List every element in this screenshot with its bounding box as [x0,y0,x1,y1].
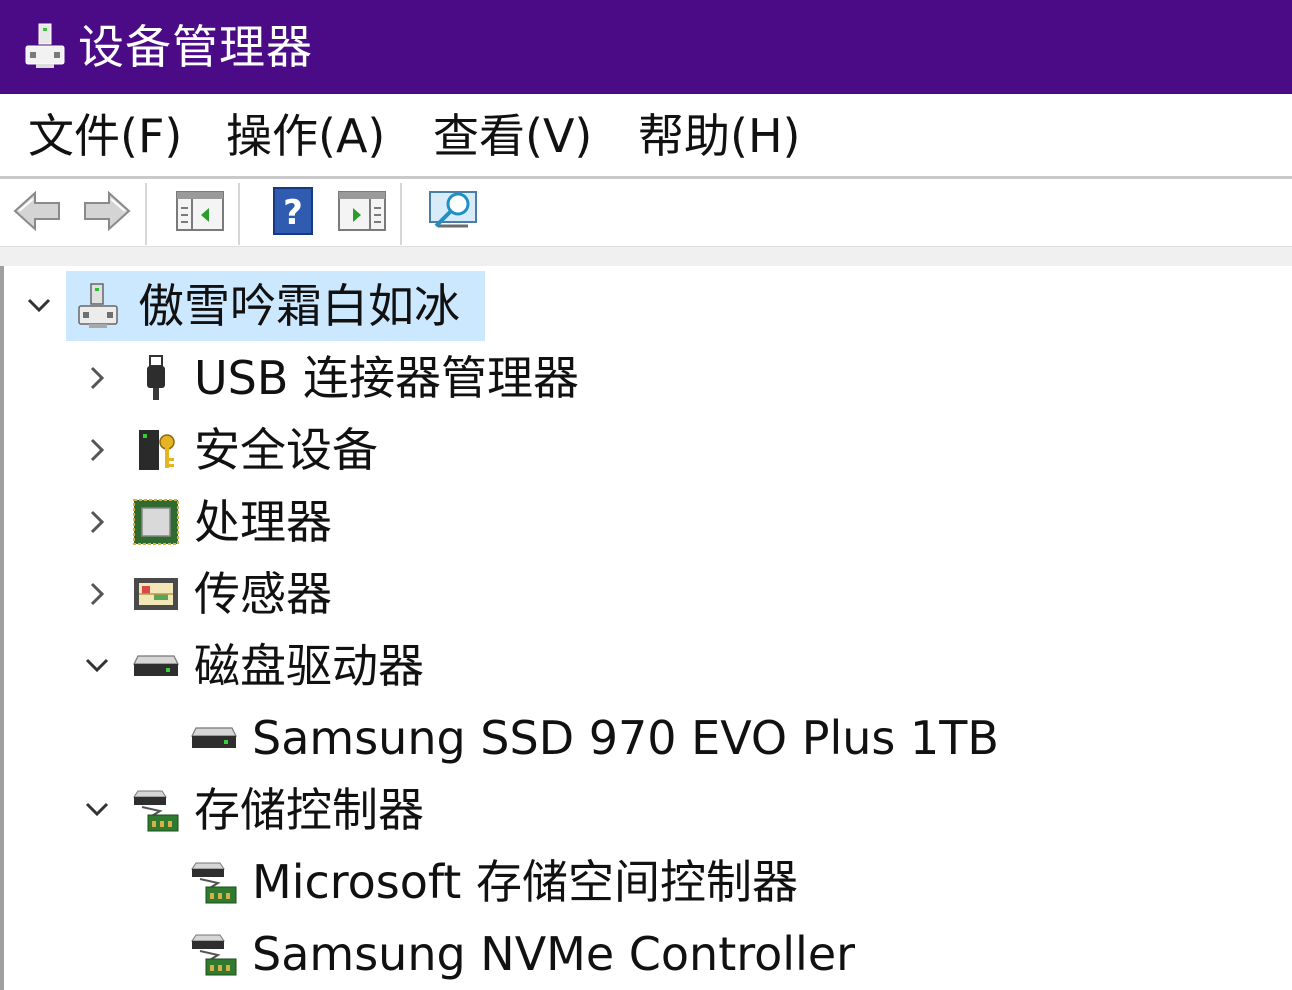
sensor-icon [132,570,180,618]
tree-node-processors[interactable]: 处理器 [82,486,332,558]
window-title: 设备管理器 [78,20,313,74]
tree-leaf-label: Samsung SSD 970 EVO Plus 1TB [252,711,999,765]
properties-button[interactable] [174,187,226,239]
svg-text:?: ? [283,193,303,233]
tree-node-security-devices[interactable]: 安全设备 [82,414,378,486]
device-tree[interactable]: 傲雪吟霜白如冰 USB 连接器管理器 安全设备 处理器 传感器 磁盘驱动器 Sa… [0,266,1292,990]
toolbar-separator [145,183,148,245]
forward-arrow-icon [81,189,131,237]
chevron-down-icon[interactable] [82,795,112,825]
tree-node-label: USB 连接器管理器 [194,351,580,405]
tree-node-label: 处理器 [194,495,332,549]
storage-controller-icon [190,858,238,906]
menu-action[interactable]: 操作(A) [226,108,385,164]
storage-controller-icon [190,930,238,978]
menu-file[interactable]: 文件(F) [28,108,182,164]
disk-drive-icon [190,714,238,762]
chevron-right-icon[interactable] [82,507,112,537]
forward-button[interactable] [80,187,132,239]
scan-hardware-icon [428,188,480,238]
computer-icon [74,282,122,330]
tree-node-sensors[interactable]: 传感器 [82,558,332,630]
tree-leaf-samsung-nvme-controller[interactable]: Samsung NVMe Controller [190,918,855,990]
tree-leaf-samsung-ssd[interactable]: Samsung SSD 970 EVO Plus 1TB [190,702,999,774]
tree-node-label: 磁盘驱动器 [194,639,424,693]
storage-controller-icon [132,786,180,834]
properties-pane-icon [175,190,225,236]
tree-node-disk-drives[interactable]: 磁盘驱动器 [82,630,424,702]
menu-help[interactable]: 帮助(H) [638,108,800,164]
disk-drive-icon [132,642,180,690]
tree-node-label: 传感器 [194,567,332,621]
help-icon: ? [272,186,314,240]
back-arrow-icon [13,189,63,237]
chevron-right-icon[interactable] [82,435,112,465]
menu-view[interactable]: 查看(V) [433,108,592,164]
tree-leaf-label: Samsung NVMe Controller [252,927,856,981]
update-driver-button[interactable] [336,187,388,239]
usb-connector-icon [132,354,180,402]
tree-node-label: 安全设备 [194,423,378,477]
security-device-icon [132,426,180,474]
toolbar-separator [400,183,403,245]
processor-icon [132,498,180,546]
title-bar: 设备管理器 [0,0,1292,94]
back-button[interactable] [12,187,64,239]
chevron-right-icon[interactable] [82,579,112,609]
computer-icon [22,22,68,72]
update-driver-icon [337,190,387,236]
tree-root-label: 傲雪吟霜白如冰 [138,279,460,333]
menu-bar: 文件(F) 操作(A) 查看(V) 帮助(H) [0,94,1292,176]
chevron-down-icon[interactable] [24,291,54,321]
help-button[interactable]: ? [267,187,319,239]
tree-node-storage-controllers[interactable]: 存储控制器 [82,774,424,846]
chevron-down-icon[interactable] [82,651,112,681]
tree-node-label: 存储控制器 [194,783,424,837]
toolbar: ? [0,179,1292,246]
chevron-right-icon[interactable] [82,363,112,393]
tree-node-usb-connector-manager[interactable]: USB 连接器管理器 [82,342,579,414]
tree-leaf-microsoft-storage-spaces[interactable]: Microsoft 存储空间控制器 [190,846,798,918]
toolbar-separator [238,183,241,245]
tree-leaf-label: Microsoft 存储空间控制器 [252,855,798,909]
scan-hardware-button[interactable] [428,187,480,239]
tree-root-computer[interactable]: 傲雪吟霜白如冰 [24,270,460,342]
